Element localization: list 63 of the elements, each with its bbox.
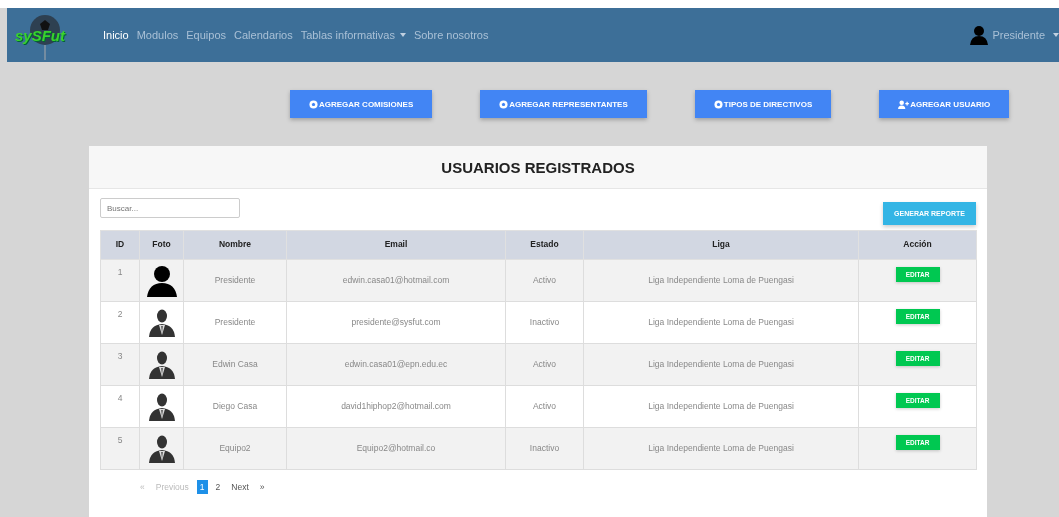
action-button[interactable]: AGREGAR REPRESENTANTES <box>480 90 647 118</box>
table-cell: Liga Independiente Loma de Puengasi <box>583 343 859 386</box>
table-cell: Liga Independiente Loma de Puengasi <box>583 385 859 428</box>
table-cell: 3 <box>100 343 140 386</box>
search-field[interactable]: Buscar... <box>100 198 240 218</box>
logo-text: sySFut <box>15 26 65 44</box>
table-cell: Edwin Casa <box>183 343 287 386</box>
ball-icon <box>713 99 723 109</box>
table-cell: Liga Independiente Loma de Puengasi <box>583 301 859 344</box>
column-header: Acción <box>858 230 977 260</box>
column-header: Estado <box>505 230 584 260</box>
page-link[interactable]: 1 <box>196 480 208 494</box>
table-cell: Activo <box>505 259 584 302</box>
avatar-icon <box>147 350 176 379</box>
action-button[interactable]: TIPOS DE DIRECTIVOS <box>694 90 832 118</box>
ball-icon <box>309 99 318 109</box>
page-link[interactable]: Next <box>228 480 252 494</box>
table-cell: Inactivo <box>505 301 584 344</box>
user-plus-icon <box>898 99 910 109</box>
nav-link[interactable]: Sobre nosotros <box>413 29 489 41</box>
table-cell: david1hiphop2@hotmail.com <box>286 385 506 428</box>
table-cell: 5 <box>100 427 140 470</box>
caret-icon <box>1053 33 1059 37</box>
nav-link[interactable]: Calendarios <box>234 29 293 41</box>
table-cell: Liga Independiente Loma de Puengasi <box>583 427 859 470</box>
page-link[interactable]: » <box>256 480 268 494</box>
avatar-icon <box>147 392 176 421</box>
table-cell: Activo <box>505 385 584 428</box>
user-menu[interactable]: Presidente <box>969 25 1059 45</box>
logo[interactable]: sySFut <box>11 8 91 62</box>
nav-link[interactable]: Modulos <box>136 29 179 41</box>
avatar-icon <box>145 264 178 297</box>
card-title: USUARIOS REGISTRADOS <box>441 158 635 176</box>
user-name: Presidente <box>992 29 1045 41</box>
column-header: Foto <box>139 230 184 260</box>
table-cell: Presidente <box>183 301 287 344</box>
nav-link[interactable]: Equipos <box>186 29 227 41</box>
table-cell: Activo <box>505 343 584 386</box>
column-header: Email <box>286 230 506 260</box>
column-header: ID <box>100 230 140 260</box>
page-link[interactable]: 2 <box>212 480 224 494</box>
avatar-icon <box>147 308 176 337</box>
table-cell: Diego Casa <box>183 385 287 428</box>
avatar-icon <box>147 434 176 463</box>
table-cell: 4 <box>100 385 140 428</box>
user-icon <box>969 25 990 45</box>
ball-icon <box>499 99 509 109</box>
table-cell: Liga Independiente Loma de Puengasi <box>583 259 859 302</box>
nav-link[interactable]: Tablas informativas <box>300 29 406 41</box>
table-cell: edwin.casa01@epn.edu.ec <box>286 343 506 386</box>
column-header: Liga <box>583 230 859 260</box>
nav-link[interactable]: Inicio <box>103 29 129 41</box>
action-button[interactable]: AGREGAR USUARIO <box>879 90 1010 118</box>
table-cell: Inactivo <box>505 427 584 470</box>
table-cell: edwin.casa01@hotmail.com <box>286 259 506 302</box>
action-button[interactable]: AGREGAR COMISIONES <box>290 90 433 118</box>
column-header: Nombre <box>183 230 287 260</box>
table-cell: Equipo2 <box>183 427 287 470</box>
table-cell: 2 <box>100 301 140 344</box>
table-cell: 1 <box>100 259 140 302</box>
table-cell: presidente@sysfut.com <box>286 301 506 344</box>
table-cell: Presidente <box>183 259 287 302</box>
table-cell: Equipo2@hotmail.co <box>286 427 506 470</box>
